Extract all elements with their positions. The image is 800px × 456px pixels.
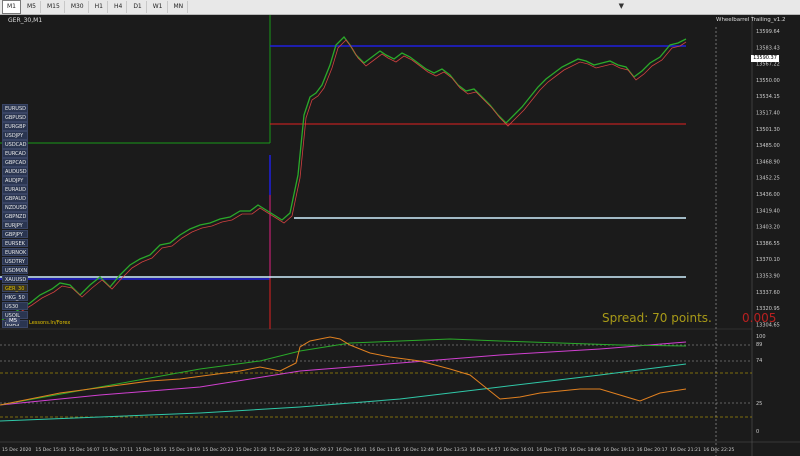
timeframe-toolbar: M1 M5 M15 M30 H1 H4 D1 W1 MN	[0, 0, 800, 15]
time-axis-label: 15 Dec 17:11	[102, 447, 133, 453]
indicator-scale-label: 74	[756, 358, 762, 364]
price-axis-label: 13485.00	[756, 143, 780, 149]
time-axis-label: 16 Dec 13:53	[436, 447, 467, 453]
price-axis-label: 13583.43	[756, 45, 780, 51]
symbol-button-eurnok[interactable]: EURNOK	[2, 247, 28, 257]
time-axis-label: 16 Dec 17:05	[536, 447, 567, 453]
symbol-button-ger_30[interactable]: GER_30	[2, 283, 28, 293]
price-axis-label: 13517.40	[756, 111, 780, 117]
symbol-button-nzdusd[interactable]: NZDUSD	[2, 202, 28, 212]
timeframe-box[interactable]: M5	[6, 318, 21, 324]
price-axis-label: 13501.30	[756, 127, 780, 133]
price-axis-label: 13534.15	[756, 94, 780, 100]
timeframe-button-m5[interactable]: M5	[23, 1, 41, 13]
price-axis: 13599.64 13583.43 13567.22 13550.00 13534.15…	[756, 29, 780, 328]
timeframe-button-d1[interactable]: D1	[129, 1, 147, 13]
price-axis-label: 13436.00	[756, 192, 780, 198]
chart-symbol-title: GER_30,M1	[8, 17, 43, 24]
timeframe-button-m15[interactable]: M15	[43, 1, 65, 13]
timeframe-button-h1[interactable]: H1	[91, 1, 108, 13]
symbol-button-audjpy[interactable]: AUDJPY	[2, 175, 28, 185]
symbol-button-usdcad[interactable]: USDCAD	[2, 139, 28, 149]
symbol-button-eurgbp[interactable]: EURGBP	[2, 121, 28, 131]
timeframe-button-mn[interactable]: MN	[170, 1, 189, 13]
price-axis-label: 13550.00	[756, 78, 780, 84]
time-axis-label: 15 Dec 15:03	[35, 447, 66, 453]
indicator-name-label: Wheelbarrel Trailing_v1.2	[716, 17, 786, 23]
time-axis-label: 15 Dec 16:07	[69, 447, 100, 453]
symbol-button-usdtry[interactable]: USDTRY	[2, 256, 28, 266]
symbol-button-eurjpy[interactable]: EURJPY	[2, 220, 28, 230]
symbol-button-euraud[interactable]: EURAUD	[2, 184, 28, 194]
timeframe-button-m30[interactable]: M30	[67, 1, 89, 13]
chart-area[interactable]: 13599.64 13583.43 13567.22 13550.00 13534.15…	[0, 15, 800, 456]
symbol-button-eurcad[interactable]: EURCAD	[2, 148, 28, 158]
price-axis-label: 13419.40	[756, 208, 780, 214]
symbol-button-audusd[interactable]: AUDUSD	[2, 166, 28, 176]
symbol-button-gbpaud[interactable]: GBPAUD	[2, 193, 28, 203]
time-axis-label: 16 Dec 22:25	[703, 447, 734, 453]
toolbar-chevron-down-icon[interactable]: ▼	[619, 2, 624, 10]
symbol-button-us30[interactable]: US30	[2, 301, 28, 311]
time-axis: 15 Dec 2020 15 Dec 15:03 15 Dec 16:07 15 De…	[2, 447, 734, 453]
price-axis-label: 13353.90	[756, 274, 780, 280]
symbol-button-usdjpy[interactable]: USDJPY	[2, 130, 28, 140]
price-axis-label: 13337.60	[756, 290, 780, 296]
indicator-teal-line	[0, 363, 687, 422]
symbol-button-eurusd[interactable]: EURUSD	[2, 104, 28, 113]
spread-text: Spread: 70 points.	[602, 311, 712, 325]
price-axis-label: 13599.64	[756, 29, 780, 35]
price-axis-label: 13370.10	[756, 257, 780, 263]
symbol-button-usdmxn[interactable]: USDMXN	[2, 265, 28, 275]
symbol-button-gbpnzd[interactable]: GBPNZD	[2, 211, 28, 221]
time-axis-label: 15 Dec 20:23	[202, 447, 233, 453]
symbol-button-gbpcad[interactable]: GBPCAD	[2, 157, 28, 167]
price-axis-label: 13567.22	[756, 62, 780, 68]
watermark-text: Lessons.In/Forex	[29, 320, 71, 326]
indicator-scale-label: 0	[756, 429, 759, 435]
price-axis-label: 13403.20	[756, 225, 780, 231]
indicator-scale-label: 89	[756, 342, 762, 348]
time-axis-label: 16 Dec 16:01	[503, 447, 534, 453]
symbol-button-gbpusd[interactable]: GBPUSD	[2, 112, 28, 122]
indicator-magenta-line	[0, 341, 687, 406]
indicator-scale-label: 100	[756, 334, 766, 340]
time-axis-label: 16 Dec 10:41	[336, 447, 367, 453]
time-axis-label: 16 Dec 09:37	[303, 447, 334, 453]
time-axis-label: 15 Dec 19:19	[169, 447, 200, 453]
price-axis-label: 13468.90	[756, 159, 780, 165]
symbol-button-xauusd[interactable]: XAUUSD	[2, 274, 28, 284]
time-axis-label: 16 Dec 21:21	[670, 447, 701, 453]
time-axis-label: 16 Dec 19:13	[603, 447, 634, 453]
price-axis-label: 13386.55	[756, 241, 780, 247]
indicator-panel	[0, 336, 752, 422]
time-axis-label: 16 Dec 20:17	[637, 447, 668, 453]
time-axis-label: 15 Dec 21:28	[236, 447, 267, 453]
time-axis-label: 15 Dec 18:15	[136, 447, 167, 453]
timeframe-button-m1[interactable]: M1	[2, 0, 21, 14]
time-axis-label: 15 Dec 22:32	[269, 447, 300, 453]
spread-value: 0.005	[742, 311, 777, 325]
symbol-button-gbpjpy[interactable]: GBPJPY	[2, 229, 28, 239]
indicator-scale-label: 25	[756, 401, 762, 407]
symbol-button-eursek[interactable]: EURSEK	[2, 238, 28, 248]
time-axis-label: 16 Dec 14:57	[470, 447, 501, 453]
time-axis-label: 15 Dec 2020	[2, 447, 31, 453]
indicator-scale: 100 89 74 25 0	[756, 334, 766, 435]
time-axis-label: 16 Dec 18:09	[570, 447, 601, 453]
symbol-button-hkg_50[interactable]: HKG_50	[2, 292, 28, 302]
price-axis-label: 13452.25	[756, 176, 780, 182]
symbol-list: EURUSD GBPUSD EURGBP USDJPY USDCAD EURCAD GBPC…	[2, 104, 28, 329]
timeframe-button-h4[interactable]: H4	[110, 1, 128, 13]
time-axis-label: 16 Dec 12:49	[403, 447, 434, 453]
current-price-label: 13590.37	[751, 55, 779, 62]
chart-canvas[interactable]: 13599.64 13583.43 13567.22 13550.00 13534.15…	[0, 15, 800, 456]
timeframe-button-w1[interactable]: W1	[149, 1, 168, 13]
time-axis-label: 16 Dec 11:45	[369, 447, 400, 453]
